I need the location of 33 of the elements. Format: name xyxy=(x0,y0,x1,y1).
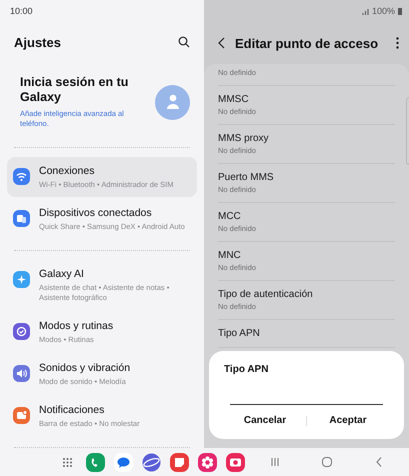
item-title: Sonidos y vibración xyxy=(39,362,130,375)
phone-app-icon[interactable] xyxy=(86,452,105,472)
notes-app-icon[interactable] xyxy=(170,452,189,472)
search-icon[interactable] xyxy=(178,36,190,48)
apn-setting-row[interactable]: Tipo APN xyxy=(218,320,395,348)
accept-button[interactable]: Aceptar xyxy=(307,411,389,430)
chat-bubble-icon[interactable] xyxy=(114,452,133,472)
item-title: Notificaciones xyxy=(39,404,106,417)
battery-level: 100% xyxy=(372,6,395,16)
setting-label: Puerto MMS xyxy=(218,171,275,184)
status-time: 10:00 xyxy=(10,6,33,16)
setting-label: MMS proxy xyxy=(218,132,270,145)
home-icon[interactable] xyxy=(320,455,334,469)
setting-label: MCC xyxy=(218,210,242,223)
flower-app-icon[interactable] xyxy=(198,452,217,472)
item-title: Galaxy AI xyxy=(39,268,85,281)
battery-icon xyxy=(398,8,402,14)
item-title: Dispositivos conectados xyxy=(39,207,153,220)
item-title: Conexiones xyxy=(39,165,96,178)
cancel-button[interactable]: Cancelar xyxy=(224,411,306,430)
setting-label: Tipo de autenticación xyxy=(218,288,314,301)
setting-label: MNC xyxy=(218,249,242,262)
setting-label: MMSC xyxy=(218,93,250,106)
screen-title: Editar punto de acceso xyxy=(235,36,380,50)
globe-icon[interactable] xyxy=(142,452,161,472)
screen-title: Ajustes xyxy=(14,34,61,50)
signal-icon xyxy=(362,8,369,14)
more-options-icon[interactable] xyxy=(396,37,399,49)
setting-label: Tipo APN xyxy=(218,327,261,340)
account-title[interactable]: Inicia sesión en tu Galaxy xyxy=(20,75,140,105)
dialog-title: Tipo APN xyxy=(224,364,270,375)
item-title: Modos y rutinas xyxy=(39,320,114,333)
camera-app-icon[interactable] xyxy=(226,452,245,472)
